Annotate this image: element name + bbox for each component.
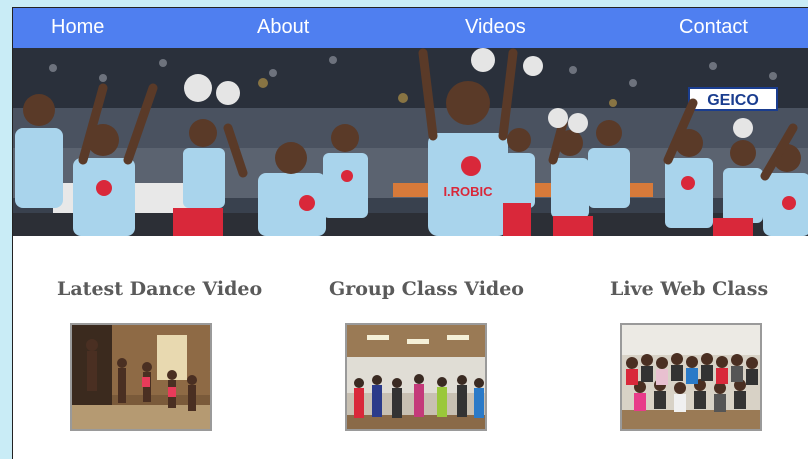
nav-contact-link[interactable]: Contact xyxy=(679,16,748,39)
latest-dance-video-thumbnail[interactable] xyxy=(70,323,212,431)
nav-home-link[interactable]: Home xyxy=(51,16,104,39)
sponsor-banner-text: GEICO xyxy=(707,92,759,109)
section-title-group-class-video: Group Class Video xyxy=(329,278,524,300)
top-navigation: Home About Videos Contact xyxy=(13,8,808,48)
nav-about-link[interactable]: About xyxy=(257,16,309,39)
nav-videos-link[interactable]: Videos xyxy=(465,16,526,39)
section-title-latest-dance-video: Latest Dance Video xyxy=(57,278,263,300)
group-class-video-thumbnail[interactable] xyxy=(345,323,487,431)
shirt-logo-text: I.ROBIC xyxy=(443,184,493,199)
hero-banner-image: GEICO I.ROBIC xyxy=(13,48,808,236)
section-title-live-web-class: Live Web Class xyxy=(610,278,769,300)
page-frame: Home About Videos Contact GEICO I.ROBIC … xyxy=(12,7,808,459)
live-web-class-thumbnail[interactable] xyxy=(620,323,762,431)
